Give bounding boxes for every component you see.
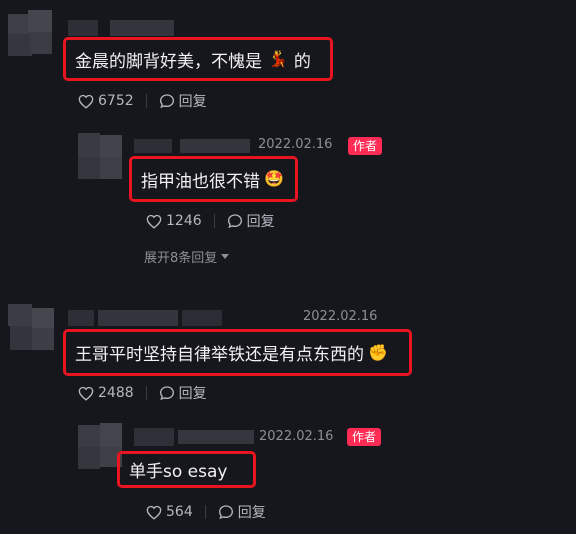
comment-text-highlighted: 王哥平时坚持自律举铁还是有点东西的 ✊ <box>63 329 412 376</box>
comment-actions: 564 回复 <box>146 502 266 522</box>
raised-fist-emoji: ✊ <box>368 342 388 362</box>
comment-date: 2022.02.16 <box>259 429 334 444</box>
reply-button[interactable]: 回复 <box>159 91 207 111</box>
username-blurred[interactable] <box>134 428 258 446</box>
comment-text: 指甲油也很不错 <box>141 171 260 192</box>
reply-button[interactable]: 回复 <box>218 502 266 522</box>
expand-replies-label: 展开8条回复 <box>144 251 218 266</box>
author-badge: 作者 <box>347 428 382 446</box>
comment-date: 2022.02.16 <box>303 309 378 324</box>
dancer-emoji: 💃 <box>268 49 288 68</box>
comment-text-highlighted: 金晨的脚背好美，不愧是 💃 的 <box>63 37 333 81</box>
username-blurred[interactable] <box>68 310 228 326</box>
like-count: 564 <box>166 504 193 520</box>
like-count: 6752 <box>98 93 134 109</box>
comment-actions: 2488 回复 <box>78 383 207 403</box>
caret-down-icon <box>221 253 230 260</box>
comment-actions: 6752 回复 <box>78 91 207 111</box>
divider <box>145 386 147 400</box>
like-count: 1246 <box>166 213 202 229</box>
username-blurred[interactable] <box>134 139 254 153</box>
reply-bubble-icon <box>159 93 175 109</box>
like-count: 2488 <box>98 385 134 401</box>
reply-bubble-icon <box>227 213 243 229</box>
reply-button[interactable]: 回复 <box>227 211 275 231</box>
comment-date: 2022.02.16 <box>258 137 333 152</box>
author-badge: 作者 <box>348 137 383 155</box>
heart-icon <box>146 505 162 520</box>
comment-text-highlighted: 单手so esay <box>117 451 256 488</box>
reply-button[interactable]: 回复 <box>159 383 207 403</box>
comment-actions: 1246 回复 <box>146 211 275 231</box>
avatar[interactable] <box>8 10 54 56</box>
like-button[interactable]: 1246 <box>146 213 202 229</box>
comment-text: 金晨的脚背好美，不愧是 <box>75 51 262 72</box>
avatar[interactable] <box>8 304 54 350</box>
reply-bubble-icon <box>159 385 175 401</box>
heart-icon <box>146 214 162 229</box>
reply-label: 回复 <box>178 94 207 110</box>
comment-text-tail: 的 <box>293 51 311 72</box>
like-button[interactable]: 564 <box>146 504 193 520</box>
heart-icon <box>78 94 94 109</box>
username-blurred[interactable] <box>68 20 178 36</box>
avatar[interactable] <box>78 423 122 469</box>
like-button[interactable]: 6752 <box>78 93 134 109</box>
reply-label: 回复 <box>178 386 207 402</box>
comment-text: 单手so esay <box>129 462 228 482</box>
divider <box>204 505 206 519</box>
reply-label: 回复 <box>246 214 275 230</box>
reply-bubble-icon <box>218 504 234 520</box>
heart-icon <box>78 386 94 401</box>
reply-label: 回复 <box>237 505 266 521</box>
expand-replies-link[interactable]: 展开8条回复 <box>144 247 230 266</box>
comment-text-highlighted: 指甲油也很不错 🤩 <box>129 156 298 202</box>
comment-text: 王哥平时坚持自律举铁还是有点东西的 <box>75 345 364 365</box>
divider <box>213 214 215 228</box>
like-button[interactable]: 2488 <box>78 385 134 401</box>
avatar[interactable] <box>78 133 122 179</box>
star-eyes-emoji: 🤩 <box>264 169 284 188</box>
divider <box>145 94 147 108</box>
